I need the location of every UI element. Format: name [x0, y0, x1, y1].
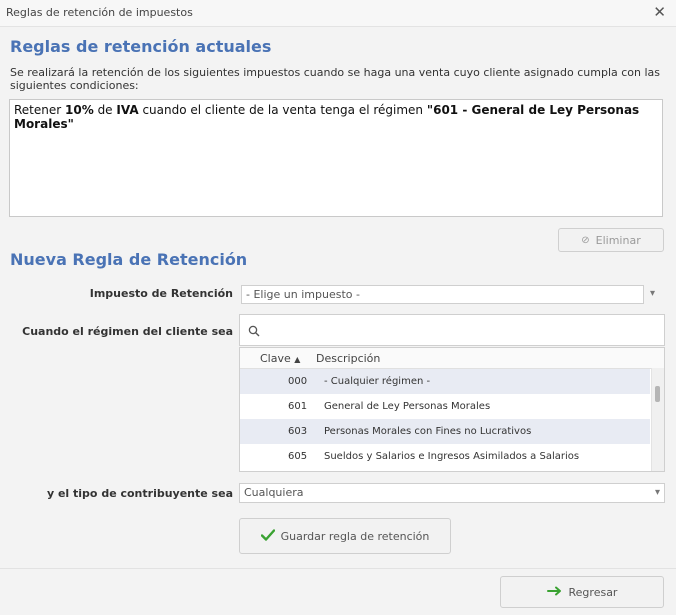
- current-rules-list[interactable]: Retener 10% de IVA cuando el cliente de …: [9, 99, 663, 217]
- row-clave: 603: [288, 426, 308, 437]
- footer-divider: [0, 568, 676, 569]
- tax-label: Impuesto de Retención: [89, 287, 233, 300]
- rule-tax: IVA: [116, 103, 139, 117]
- row-descripcion: Personas Morales con Fines no Lucrativos: [324, 426, 532, 437]
- row-clave: 000: [288, 376, 308, 387]
- current-rules-description: Se realizará la retención de los siguien…: [10, 66, 661, 92]
- column-header-clave[interactable]: Clave ▲: [260, 352, 300, 365]
- tax-select-value: - Elige un impuesto -: [246, 288, 360, 301]
- back-label: Regresar: [568, 585, 618, 599]
- delete-icon: ⊘: [581, 234, 590, 246]
- table-row[interactable]: 000 - Cualquier régimen -: [240, 369, 650, 394]
- row-descripcion: - Cualquier régimen -: [324, 376, 431, 387]
- regime-label: Cuando el régimen del cliente sea: [22, 325, 233, 338]
- tax-dropdown-chevron-icon[interactable]: ▾: [650, 288, 655, 299]
- rule-text-mid: de: [93, 103, 117, 117]
- check-icon: [260, 528, 275, 544]
- row-clave: 601: [288, 401, 308, 412]
- rule-item[interactable]: Retener 10% de IVA cuando el cliente de …: [10, 100, 662, 134]
- table-row[interactable]: 601 General de Ley Personas Morales: [240, 394, 650, 419]
- new-rule-heading: Nueva Regla de Retención: [10, 250, 248, 269]
- table-row[interactable]: 603 Personas Morales con Fines no Lucrat…: [240, 419, 650, 444]
- regime-search-input[interactable]: [266, 321, 650, 341]
- regime-grid[interactable]: Clave ▲ Descripción 000 - Cualquier régi…: [239, 347, 665, 472]
- rule-text-prefix: Retener: [14, 103, 66, 117]
- tax-select[interactable]: - Elige un impuesto -: [241, 285, 644, 304]
- scrollbar-thumb[interactable]: [655, 386, 660, 402]
- taxpayer-select[interactable]: Cualquiera ▾: [239, 483, 665, 503]
- delete-rule-button[interactable]: ⊘ Eliminar: [558, 228, 664, 252]
- taxpayer-label: y el tipo de contribuyente sea: [46, 487, 233, 500]
- taxpayer-select-value: Cualquiera: [244, 486, 304, 499]
- table-row[interactable]: 605 Sueldos y Salarios e Ingresos Asimil…: [240, 444, 650, 469]
- window-title: Reglas de retención de impuestos: [6, 6, 193, 19]
- rule-percent: 10%: [65, 103, 94, 117]
- title-bar: Reglas de retención de impuestos ✕: [0, 0, 676, 27]
- sort-asc-icon: ▲: [294, 355, 301, 364]
- grid-header: Clave ▲ Descripción: [240, 348, 664, 369]
- regime-search-box[interactable]: [239, 314, 665, 346]
- column-header-descripcion[interactable]: Descripción: [316, 352, 380, 365]
- rule-text-mid2: cuando el cliente de la venta tenga el r…: [138, 103, 427, 117]
- row-descripcion: Sueldos y Salarios e Ingresos Asimilados…: [324, 451, 580, 462]
- save-rule-label: Guardar regla de retención: [280, 529, 430, 543]
- arrow-right-icon: [546, 586, 563, 599]
- grid-scrollbar[interactable]: [651, 368, 664, 471]
- back-button[interactable]: Regresar: [500, 576, 664, 608]
- delete-label: Eliminar: [595, 233, 641, 247]
- save-rule-button[interactable]: Guardar regla de retención: [239, 518, 451, 554]
- row-descripcion: General de Ley Personas Morales: [324, 401, 491, 412]
- current-rules-heading: Reglas de retención actuales: [10, 37, 272, 56]
- column-clave-label: Clave: [260, 352, 291, 365]
- close-icon[interactable]: ✕: [653, 3, 666, 21]
- search-icon: [248, 322, 260, 341]
- chevron-down-icon: ▾: [654, 487, 660, 498]
- row-clave: 605: [288, 451, 308, 462]
